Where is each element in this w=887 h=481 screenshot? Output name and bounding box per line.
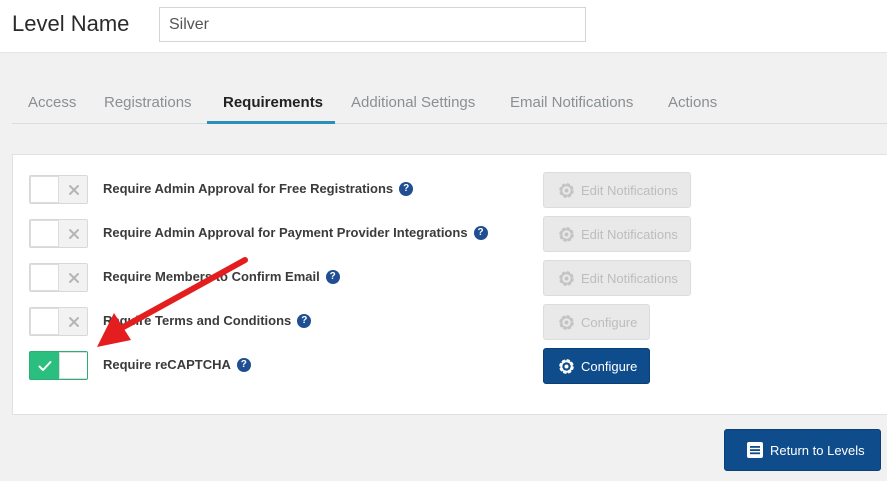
- requirement-row: Require Admin Approval for Free Registra…: [13, 170, 887, 210]
- return-to-levels-button[interactable]: Return to Levels: [724, 429, 881, 471]
- gear-icon: [559, 226, 574, 242]
- edit-notifications-button[interactable]: Edit Notifications: [543, 260, 691, 296]
- gear-icon: [559, 358, 574, 374]
- close-icon: [60, 308, 87, 335]
- button-label: Configure: [581, 358, 638, 374]
- configure-recaptcha-button[interactable]: Configure: [543, 348, 651, 384]
- requirement-label: Require Members to Confirm Email ?: [103, 269, 340, 284]
- terms-conditions-toggle[interactable]: [29, 307, 88, 336]
- toggle-knob: [30, 220, 59, 247]
- toggle-knob: [30, 308, 59, 335]
- requirement-row: Require Terms and Conditions ? Configure: [13, 302, 887, 342]
- requirement-row: Require Admin Approval for Payment Provi…: [13, 214, 887, 254]
- requirement-label: Require Admin Approval for Payment Provi…: [103, 225, 488, 240]
- recaptcha-toggle[interactable]: [29, 351, 88, 380]
- tab-email-notifications[interactable]: Email Notifications: [510, 94, 633, 111]
- requirement-label-text: Require Members to Confirm Email: [103, 269, 320, 284]
- requirement-label-text: Require Admin Approval for Free Registra…: [103, 181, 394, 196]
- tab-bar: Access Registrations Requirements Additi…: [12, 82, 887, 124]
- toggle-knob: [30, 264, 59, 291]
- level-name-label: Level Name: [12, 11, 130, 36]
- button-label: Edit Notifications: [581, 182, 678, 198]
- gear-icon: [559, 182, 574, 198]
- question-circle-icon[interactable]: ?: [236, 357, 251, 372]
- question-circle-icon[interactable]: ?: [473, 225, 488, 240]
- toggle-knob: [59, 352, 87, 379]
- tab-requirements[interactable]: Requirements: [223, 94, 323, 111]
- requirement-row: Require Members to Confirm Email ? Edit …: [13, 258, 887, 298]
- check-icon: [30, 352, 59, 379]
- button-label: Edit Notifications: [581, 270, 678, 286]
- requirement-label-text: Require Terms and Conditions: [103, 313, 292, 328]
- requirement-label: Require reCAPTCHA ?: [103, 357, 251, 372]
- close-icon: [60, 176, 87, 203]
- question-circle-icon[interactable]: ?: [399, 181, 414, 196]
- configure-terms-button[interactable]: Configure: [543, 304, 651, 340]
- tab-additional-settings[interactable]: Additional Settings: [351, 94, 475, 111]
- confirm-email-toggle[interactable]: [29, 263, 88, 292]
- active-tab-indicator: [207, 121, 335, 124]
- toggle-knob: [30, 176, 59, 203]
- return-label: Return to Levels: [770, 442, 865, 458]
- button-label: Edit Notifications: [581, 226, 678, 242]
- list-icon: [747, 442, 763, 458]
- header: Level Name: [0, 0, 887, 53]
- button-label: Configure: [581, 314, 638, 330]
- question-circle-icon[interactable]: ?: [297, 313, 312, 328]
- requirement-label-text: Require reCAPTCHA: [103, 357, 231, 372]
- question-circle-icon[interactable]: ?: [325, 269, 340, 284]
- tab-registrations[interactable]: Registrations: [104, 94, 192, 111]
- level-name-input[interactable]: [159, 7, 586, 42]
- tab-access[interactable]: Access: [28, 94, 76, 111]
- requirement-label: Require Terms and Conditions ?: [103, 313, 312, 328]
- edit-notifications-button[interactable]: Edit Notifications: [543, 172, 691, 208]
- edit-notifications-button[interactable]: Edit Notifications: [543, 216, 691, 252]
- requirement-row: Require reCAPTCHA ? Configure: [13, 346, 887, 386]
- close-icon: [60, 220, 87, 247]
- requirements-panel: Require Admin Approval for Free Registra…: [12, 154, 887, 415]
- gear-icon: [559, 270, 574, 286]
- gear-icon: [559, 314, 574, 330]
- admin-approval-free-toggle[interactable]: [29, 175, 88, 204]
- tab-actions[interactable]: Actions: [668, 94, 717, 111]
- close-icon: [60, 264, 87, 291]
- requirement-label: Require Admin Approval for Free Registra…: [103, 181, 414, 196]
- admin-approval-payment-toggle[interactable]: [29, 219, 88, 248]
- requirement-label-text: Require Admin Approval for Payment Provi…: [103, 225, 468, 240]
